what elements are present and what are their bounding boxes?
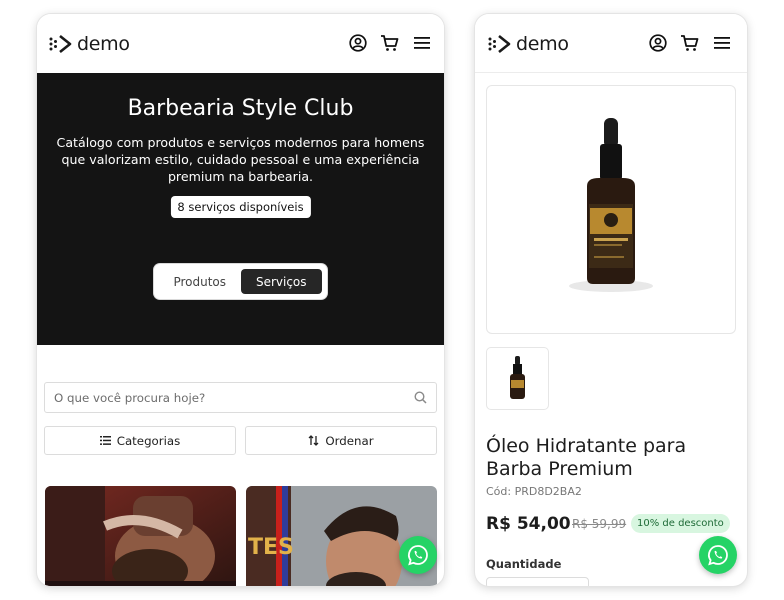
- services-count-badge: 8 serviços disponíveis: [170, 196, 311, 218]
- list-icon: [99, 436, 111, 445]
- barber-shaving-photo: [45, 486, 236, 586]
- sort-label: Ordenar: [325, 433, 374, 448]
- discount-badge: 10% de desconto: [631, 514, 730, 533]
- search-icon[interactable]: [414, 391, 427, 404]
- sort-icon: [308, 435, 319, 446]
- header: demo: [37, 14, 444, 73]
- hero-banner: Barbearia Style Club Catálogo com produt…: [37, 73, 444, 345]
- logo-text: demo: [516, 33, 569, 55]
- product-price: R$ 54,00: [486, 514, 571, 534]
- hero-title: Barbearia Style Club: [127, 96, 354, 121]
- whatsapp-icon: [708, 545, 728, 566]
- menu-icon[interactable]: [714, 36, 730, 50]
- quantity-label: Quantidade: [486, 557, 562, 571]
- product-old-price: R$ 59,99: [572, 517, 627, 531]
- whatsapp-icon: [408, 545, 428, 566]
- sort-button[interactable]: Ordenar: [245, 426, 437, 455]
- logo-text: demo: [77, 33, 130, 55]
- search-placeholder: O que você procura hoje?: [54, 390, 206, 405]
- hero-description: Catálogo com produtos e serviços moderno…: [56, 135, 425, 184]
- logo[interactable]: demo: [488, 33, 569, 55]
- tab-services[interactable]: Serviços: [240, 269, 322, 294]
- user-icon[interactable]: [349, 34, 367, 52]
- search-input[interactable]: O que você procura hoje?: [44, 382, 437, 413]
- cart-icon[interactable]: [680, 34, 699, 52]
- logo[interactable]: demo: [49, 33, 130, 55]
- whatsapp-button[interactable]: [399, 536, 437, 574]
- user-icon[interactable]: [649, 34, 667, 52]
- categories-button[interactable]: Categorias: [44, 426, 236, 455]
- whatsapp-button[interactable]: [699, 536, 737, 574]
- menu-icon[interactable]: [414, 36, 430, 50]
- product-screen: demo Óleo Hidratante para Barba Premium …: [475, 14, 747, 586]
- svg-text:TES: TES: [248, 535, 294, 560]
- catalog-screen: demo Barbearia Style Club Catálogo com p…: [37, 14, 444, 586]
- quantity-stepper[interactable]: [486, 577, 589, 586]
- logo-arrow-icon: [49, 34, 72, 54]
- catalog-toggle: Produtos Serviços: [154, 264, 327, 299]
- tab-products[interactable]: Produtos: [159, 269, 241, 294]
- beard-oil-bottle-image: [569, 118, 653, 292]
- service-card-shave[interactable]: [45, 486, 236, 586]
- header-actions: [349, 34, 430, 52]
- categories-label: Categorias: [116, 433, 181, 448]
- product-thumbnail[interactable]: [486, 347, 549, 410]
- logo-arrow-icon: [488, 34, 511, 54]
- header: demo: [475, 14, 747, 73]
- product-main-image[interactable]: [486, 85, 736, 334]
- beard-oil-thumbnail-image: [510, 356, 525, 399]
- cart-icon[interactable]: [380, 34, 399, 52]
- product-title: Óleo Hidratante para Barba Premium: [486, 435, 687, 480]
- header-actions: [649, 34, 730, 52]
- product-code: Cód: PRD8D2BA2: [486, 485, 582, 498]
